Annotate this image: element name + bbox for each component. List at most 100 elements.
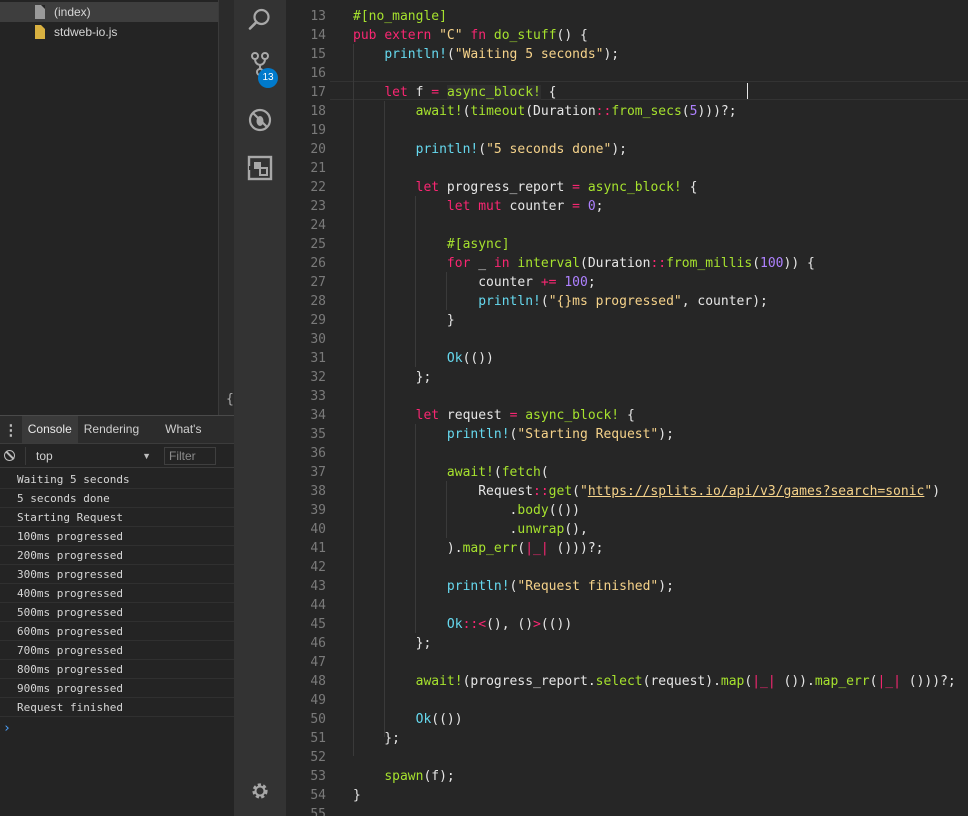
file-tree-scrollbar[interactable] <box>218 0 234 415</box>
clear-console-icon[interactable] <box>4 450 15 461</box>
code-token: fetch <box>501 465 541 480</box>
code-token: do_stuff <box>493 28 557 43</box>
code-editor[interactable]: 13 #[no_mangle] 14 pub extern "C" fn do_stu… <box>286 0 968 816</box>
context-value: top <box>36 448 53 463</box>
code-line[interactable]: 33 <box>286 387 353 406</box>
code-line[interactable]: 32 }; <box>286 368 431 387</box>
source-control-badge: 13 <box>258 68 278 88</box>
code-line[interactable]: 48 await!(progress_report.select(request… <box>286 672 955 691</box>
code-text: println!("{}ms progressed", counter); <box>326 292 768 311</box>
code-line[interactable]: 35 println!("Starting Request"); <box>286 425 674 444</box>
code-line[interactable]: 51 }; <box>286 729 400 748</box>
code-line[interactable]: 13 #[no_mangle] <box>286 7 447 26</box>
code-line[interactable]: 21 <box>286 159 353 178</box>
console-message: 900ms progressed <box>0 679 234 698</box>
code-token: Ok <box>415 712 432 727</box>
console-message: 200ms progressed <box>0 546 234 565</box>
code-token: ). <box>353 541 463 556</box>
code-text: }; <box>326 729 400 748</box>
code-line[interactable]: 14 pub extern "C" fn do_stuff() { <box>286 26 588 45</box>
code-line[interactable]: 49 <box>286 691 353 710</box>
code-line[interactable]: 53 spawn(f); <box>286 767 454 786</box>
code-line[interactable]: 46 }; <box>286 634 431 653</box>
line-number: 32 <box>310 370 326 385</box>
code-token: ()))?; <box>548 541 604 556</box>
code-token: = <box>572 180 580 195</box>
code-line[interactable]: 18 await!(timeout(Duration::from_secs(5)… <box>286 102 736 121</box>
code-line[interactable]: 43 println!("Request finished"); <box>286 577 674 596</box>
drawer-menu-icon[interactable]: ⋮ <box>0 421 22 439</box>
context-selector[interactable]: top ▼ <box>25 446 161 465</box>
line-number: 17 <box>310 85 326 100</box>
code-line[interactable]: 31 Ok(()) <box>286 349 494 368</box>
debug-icon[interactable] <box>234 100 286 140</box>
console-message: Waiting 5 seconds <box>0 470 234 489</box>
code-line[interactable]: 41 ).map_err(|_| ()))?; <box>286 539 603 558</box>
code-token: (progress_report. <box>462 674 596 689</box>
code-line[interactable]: 26 for _ in interval(Duration::from_mill… <box>286 254 814 273</box>
settings-gear-icon[interactable] <box>234 771 286 811</box>
code-line[interactable]: 55 <box>286 805 353 816</box>
code-line[interactable]: 45 Ok::<(), ()>(()) <box>286 615 572 634</box>
code-line[interactable]: 50 Ok(()) <box>286 710 463 729</box>
tab-rendering[interactable]: Rendering <box>78 416 145 443</box>
tab-console[interactable]: Console <box>21 416 78 443</box>
code-line[interactable]: 54} <box>286 786 360 805</box>
code-line[interactable]: 16 <box>286 64 353 83</box>
line-number: 23 <box>310 199 326 214</box>
tab-whats-new[interactable]: What's New <box>159 416 234 463</box>
code-line[interactable]: 15 println!("Waiting 5 seconds"); <box>286 45 619 64</box>
code-token: ( <box>446 47 455 62</box>
code-token: extern <box>384 28 432 43</box>
console-message: 100ms progressed <box>0 527 234 546</box>
code-line[interactable]: 38 Request::get("https://splits.io/api/v… <box>286 482 940 501</box>
code-text: Ok::<(), ()>(()) <box>326 615 572 634</box>
code-token: fn <box>470 28 487 43</box>
tree-item-stdweb-io[interactable]: stdweb-io.js <box>0 22 218 42</box>
code-text: spawn(f); <box>326 767 454 786</box>
code-token: await! <box>446 465 494 480</box>
code-line[interactable]: 30 <box>286 330 353 349</box>
code-line[interactable]: 29 } <box>286 311 454 330</box>
code-line[interactable]: 27 counter += 100; <box>286 273 595 292</box>
code-line[interactable]: 37 await!(fetch( <box>286 463 548 482</box>
code-token: |_| <box>877 674 901 689</box>
code-line[interactable]: 23 let mut counter = 0; <box>286 197 603 216</box>
code-token: (()) <box>431 712 463 727</box>
code-line[interactable]: 36 <box>286 444 353 463</box>
line-number: 44 <box>310 598 326 613</box>
line-number: 37 <box>310 465 326 480</box>
code-token: ; <box>595 199 604 214</box>
code-line[interactable]: 17 let f = async_block! { <box>286 83 557 102</box>
code-line[interactable]: 44 <box>286 596 353 615</box>
pretty-print-brace-icon[interactable]: { <box>226 392 234 407</box>
code-line[interactable]: 28 println!("{}ms progressed", counter); <box>286 292 768 311</box>
code-text: let f = async_block! { <box>326 83 557 102</box>
tree-item-index[interactable]: (index) <box>0 2 218 22</box>
code-line[interactable]: 40 .unwrap(), <box>286 520 588 539</box>
console-filter-input[interactable] <box>164 446 216 465</box>
code-line[interactable]: 42 <box>286 558 353 577</box>
code-token: await! <box>415 104 463 119</box>
search-icon[interactable] <box>234 0 286 40</box>
console-prompt[interactable]: › <box>3 721 11 736</box>
code-line[interactable]: 22 let progress_report = async_block! { <box>286 178 697 197</box>
code-token: async_block! <box>525 408 620 423</box>
code-line[interactable]: 25 #[async] <box>286 235 509 254</box>
code-line[interactable]: 19 <box>286 121 353 140</box>
line-number: 14 <box>310 28 326 43</box>
code-token: body <box>517 503 549 518</box>
code-text: .unwrap(), <box>326 520 588 539</box>
code-token: "Waiting 5 seconds" <box>454 47 604 62</box>
code-token: from_millis <box>666 256 753 271</box>
code-line[interactable]: 24 <box>286 216 353 235</box>
code-line[interactable]: 20 println!("5 seconds done"); <box>286 140 627 159</box>
code-line[interactable]: 39 .body(()) <box>286 501 580 520</box>
code-line[interactable]: 34 let request = async_block! { <box>286 406 634 425</box>
extensions-icon[interactable] <box>234 148 286 188</box>
code-token: (), <box>564 522 588 537</box>
code-token: progress_report <box>439 180 573 195</box>
code-line[interactable]: 52 <box>286 748 353 767</box>
line-number: 13 <box>310 9 326 24</box>
code-line[interactable]: 47 <box>286 653 353 672</box>
